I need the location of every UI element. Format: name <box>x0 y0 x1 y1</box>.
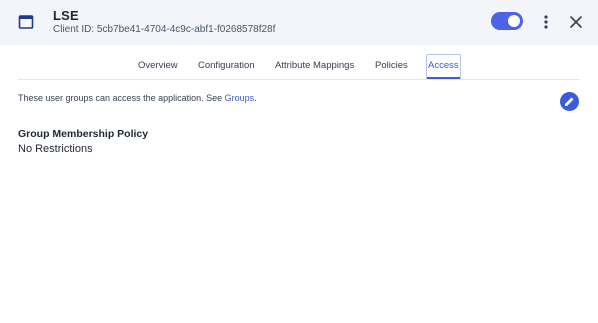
close-icon[interactable] <box>568 14 584 30</box>
enable-toggle[interactable] <box>491 12 523 30</box>
pencil-icon <box>565 97 574 106</box>
more-options-icon[interactable] <box>538 13 554 31</box>
info-text: These user groups can access the applica… <box>18 93 225 103</box>
toggle-knob <box>508 15 520 27</box>
tab-attribute-mappings[interactable]: Attribute Mappings <box>275 54 354 78</box>
edit-button[interactable] <box>560 92 579 111</box>
client-id-text: Client ID: 5cb7be41-4704-4c9c-abf1-f0268… <box>53 24 276 35</box>
tab-policies[interactable]: Policies <box>375 54 408 78</box>
tab-configuration[interactable]: Configuration <box>198 54 255 78</box>
tab-overview[interactable]: Overview <box>138 54 178 78</box>
app-header: LSE Client ID: 5cb7be41-4704-4c9c-abf1-f… <box>0 0 598 45</box>
app-title: LSE <box>53 8 79 23</box>
window-icon <box>18 14 34 30</box>
groups-link[interactable]: Groups <box>225 93 255 103</box>
access-info-text: These user groups can access the applica… <box>18 93 257 103</box>
tabs-divider <box>18 79 580 80</box>
policy-heading: Group Membership Policy <box>18 128 149 140</box>
tab-access[interactable]: Access <box>426 54 461 79</box>
info-suffix: . <box>254 93 257 103</box>
policy-value: No Restrictions <box>18 143 93 155</box>
